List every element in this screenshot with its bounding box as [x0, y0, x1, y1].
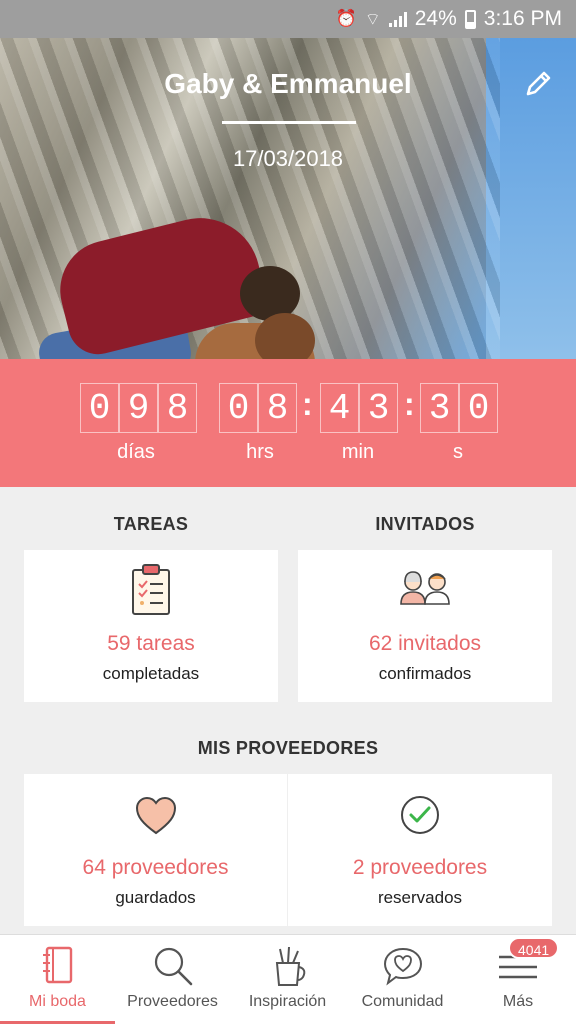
wifi-icon: ⌔	[364, 9, 381, 29]
countdown-label-days: días	[117, 441, 155, 463]
countdown-minutes: 4 3	[320, 383, 398, 433]
saved-vendors-count: 64 proveedores	[82, 856, 229, 879]
countdown-digit: 0	[80, 383, 119, 433]
countdown-days: 0 9 8	[80, 383, 197, 433]
heart-icon	[135, 796, 176, 835]
vendors-heading: MIS PROVEEDORES	[197, 738, 379, 758]
guests-card[interactable]: 62 invitados confirmados	[298, 550, 552, 702]
countdown-seconds: 3 0	[420, 383, 498, 433]
tasks-heading: TAREAS	[113, 514, 189, 534]
nav-label: Más	[502, 993, 534, 1010]
saved-vendors-card[interactable]: 64 proveedores guardados	[24, 774, 287, 926]
countdown-digit: 3	[420, 383, 459, 433]
tasks-card[interactable]: 59 tareas completadas	[24, 550, 278, 702]
nav-label: Mi boda	[29, 993, 86, 1010]
booked-vendors-card[interactable]: 2 proveedores reservados	[288, 774, 552, 926]
saved-vendors-subtitle: guardados	[115, 888, 196, 907]
guests-icon	[400, 571, 450, 605]
countdown-label-seconds: s	[453, 441, 463, 463]
photo-figure	[255, 313, 315, 359]
wedding-date: 17/03/2018	[232, 146, 344, 171]
nav-proveedores[interactable]: Proveedores	[115, 935, 230, 1024]
alarm-icon: ⏰	[335, 9, 357, 28]
countdown-label-hours: hrs	[246, 441, 274, 463]
countdown-digit: 8	[158, 383, 197, 433]
countdown-digit: 0	[219, 383, 258, 433]
nav-inspiracion[interactable]: Inspiración	[230, 935, 345, 1024]
battery-percent: 24%	[414, 7, 457, 30]
title-underline	[222, 121, 356, 124]
clock: 3:16 PM	[483, 7, 562, 30]
battery-icon	[464, 9, 476, 29]
nav-label: Inspiración	[248, 993, 327, 1010]
booked-vendors-count: 2 proveedores	[352, 856, 488, 879]
countdown-label-minutes: min	[341, 441, 375, 463]
guests-count: 62 invitados	[368, 632, 482, 655]
tasks-count: 59 tareas	[107, 632, 195, 655]
nav-label: Proveedores	[127, 993, 218, 1010]
status-bar: ⏰ ⌔ 24% 3:16 PM	[0, 0, 576, 38]
nav-comunidad[interactable]: Comunidad	[345, 935, 460, 1024]
signal-icon	[388, 11, 407, 27]
countdown-separator: :	[404, 386, 415, 422]
search-icon	[154, 947, 192, 986]
bottom-navigation: Mi boda Proveedores Inspiración Comunida…	[0, 934, 576, 1024]
guests-subtitle: confirmados	[378, 664, 472, 683]
countdown-digit: 8	[258, 383, 297, 433]
tasks-subtitle: completadas	[102, 664, 200, 683]
countdown-digit: 4	[320, 383, 359, 433]
guests-heading: INVITADOS	[375, 514, 475, 534]
countdown-digit: 0	[459, 383, 498, 433]
pencil-cup-icon	[275, 946, 305, 986]
edit-button[interactable]	[522, 66, 556, 100]
notebook-icon	[42, 946, 72, 984]
pencil-icon	[526, 71, 551, 96]
clipboard-icon	[132, 564, 170, 615]
couple-names: Gaby & Emmanuel	[164, 68, 412, 99]
nav-label: Comunidad	[361, 993, 444, 1010]
countdown-separator: :	[302, 386, 313, 422]
nav-mi-boda[interactable]: Mi boda	[0, 935, 115, 1024]
checkmark-circle-icon	[401, 796, 439, 834]
countdown-hours: 0 8	[219, 383, 297, 433]
chat-heart-icon	[383, 947, 422, 986]
booked-vendors-subtitle: reservados	[377, 888, 463, 907]
notification-badge: 4041	[508, 937, 560, 959]
countdown-digit: 3	[359, 383, 398, 433]
countdown-digit: 9	[119, 383, 158, 433]
